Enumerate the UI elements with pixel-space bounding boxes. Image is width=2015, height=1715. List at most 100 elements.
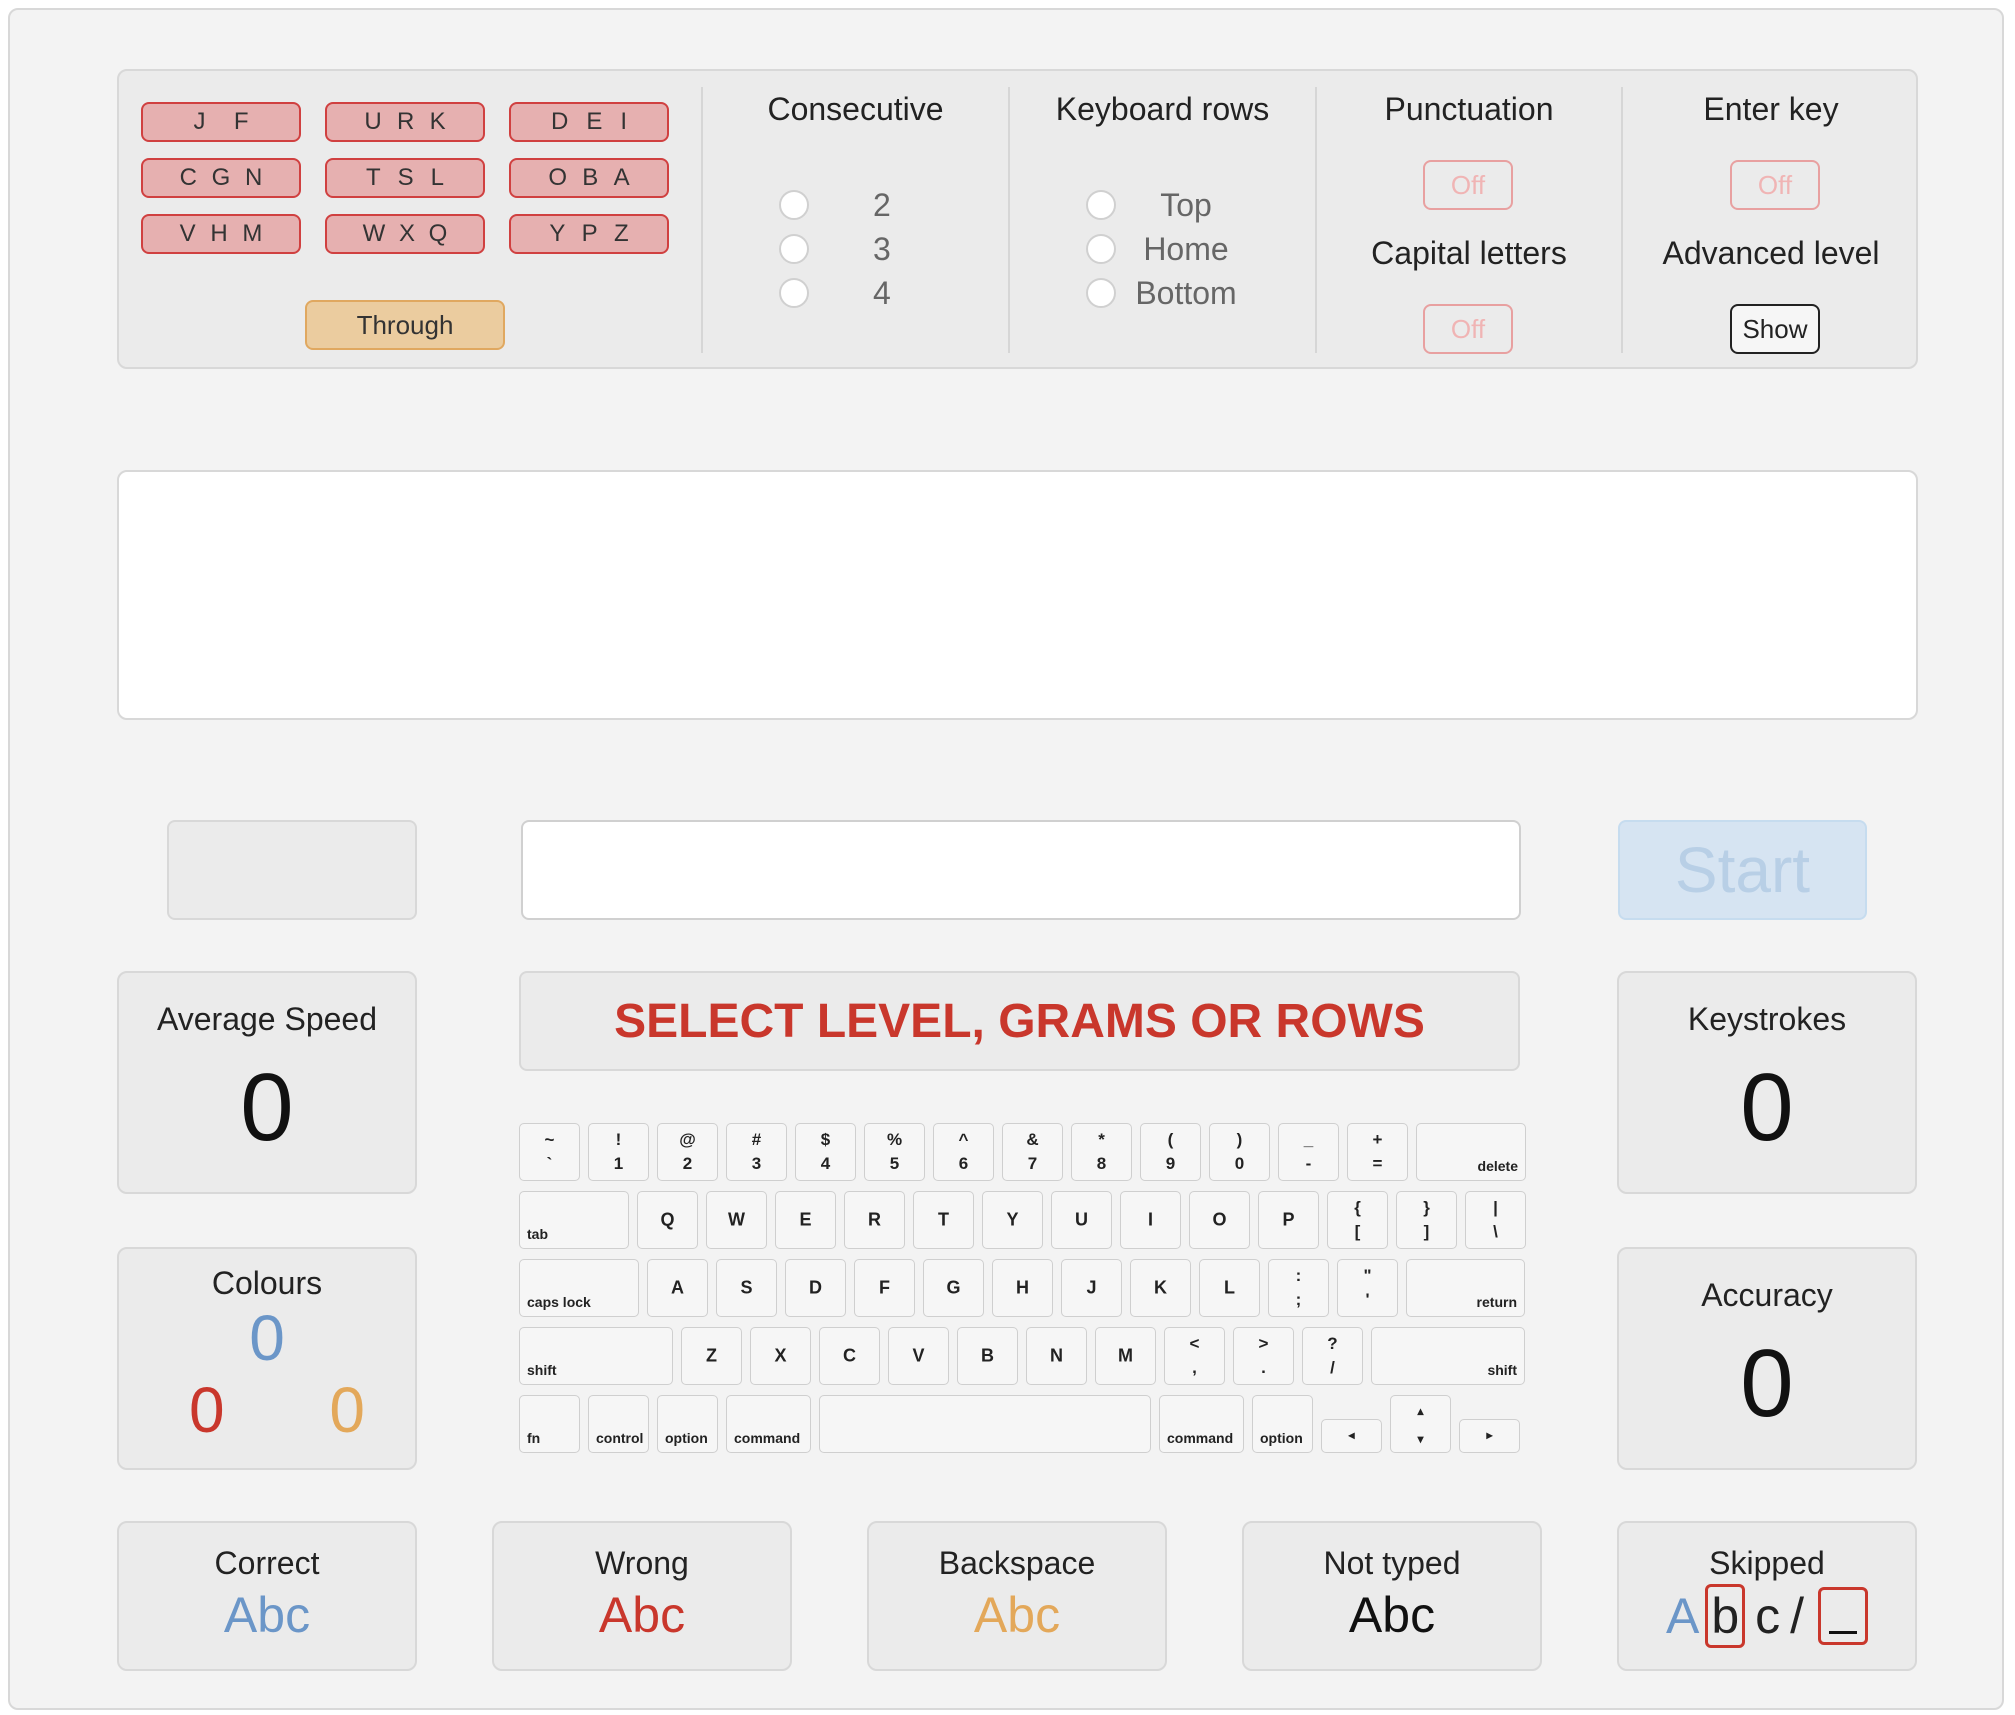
key-fn[interactable]: fn [519,1395,580,1453]
key-shift-left[interactable]: shift [519,1327,673,1385]
key-m[interactable]: M [1095,1327,1156,1385]
key-option-left[interactable]: option [657,1395,718,1453]
radio-button[interactable] [1086,234,1116,264]
key[interactable]: <, [1164,1327,1225,1385]
key-f[interactable]: F [854,1259,915,1317]
key[interactable]: * 8 [1071,1123,1132,1181]
key[interactable]: " ' [1337,1259,1398,1317]
enter-key-toggle[interactable]: Off [1730,160,1820,210]
typing-input[interactable] [521,820,1521,920]
key-g[interactable]: G [923,1259,984,1317]
key-l[interactable]: L [1199,1259,1260,1317]
key[interactable]: ~ ` [519,1123,580,1181]
key-u[interactable]: U [1051,1191,1112,1249]
capital-letters-toggle[interactable]: Off [1423,304,1513,354]
key[interactable]: & 7 [1002,1123,1063,1181]
consecutive-option-3[interactable]: 3 [779,229,891,269]
key-q[interactable]: Q [637,1191,698,1249]
gram-button[interactable]: JF [141,102,301,142]
key-command-left[interactable]: command [726,1395,811,1453]
key-shift-right[interactable]: shift [1371,1327,1525,1385]
keyboard-row-top[interactable]: Top [1086,185,1256,225]
key-arrow-up-down[interactable]: ▴ ▾ [1390,1395,1451,1453]
radio-button[interactable] [1086,190,1116,220]
key-d[interactable]: D [785,1259,846,1317]
key-control[interactable]: control [588,1395,649,1453]
key-v[interactable]: V [888,1327,949,1385]
key-j[interactable]: J [1061,1259,1122,1317]
keyboard-row-home[interactable]: Home [1086,229,1256,269]
key-command-right[interactable]: command [1159,1395,1244,1453]
key[interactable]: _ - [1278,1123,1339,1181]
key-label: { [1354,1198,1361,1217]
key-space[interactable] [819,1395,1151,1453]
key-label: < [1189,1334,1200,1353]
key[interactable]: $4 [795,1123,856,1181]
key-s[interactable]: S [716,1259,777,1317]
key-option-right[interactable]: option [1252,1395,1313,1453]
key[interactable]: ! 1 [588,1123,649,1181]
key-p[interactable]: P [1258,1191,1319,1249]
key[interactable]: (9 [1140,1123,1201,1181]
key[interactable]: % 5 [864,1123,925,1181]
gram-button[interactable]: OBA [509,158,669,198]
key[interactable]: @2 [657,1123,718,1181]
gram-button[interactable]: CGN [141,158,301,198]
punctuation-toggle[interactable]: Off [1423,160,1513,210]
key-label: W [728,1209,745,1230]
key-b[interactable]: B [957,1327,1018,1385]
key-label: fn [527,1430,541,1446]
gram-button[interactable]: URK [325,102,485,142]
key[interactable]: ^ 6 [933,1123,994,1181]
key[interactable]: {[ [1327,1191,1388,1249]
key-k[interactable]: K [1130,1259,1191,1317]
gram-button[interactable]: TSL [325,158,485,198]
radio-button[interactable] [779,190,809,220]
key-w[interactable]: W [706,1191,767,1249]
show-advanced-button[interactable]: Show [1730,304,1820,354]
key-x[interactable]: X [750,1327,811,1385]
key[interactable]: :; [1268,1259,1329,1317]
key-z[interactable]: Z [681,1327,742,1385]
key-label: N [1050,1345,1063,1366]
key-tab[interactable]: tab [519,1191,629,1249]
key[interactable]: ) 0 [1209,1123,1270,1181]
start-button[interactable]: Start [1618,820,1867,920]
gram-button[interactable]: WXQ [325,214,485,254]
key-arrow-right[interactable]: ▸ [1459,1419,1520,1453]
radio-button[interactable] [1086,278,1116,308]
key-caps-lock[interactable]: caps lock [519,1259,639,1317]
key-return[interactable]: return [1406,1259,1525,1317]
key-c[interactable]: C [819,1327,880,1385]
key[interactable]: | \ [1465,1191,1526,1249]
accuracy-title: Accuracy [1701,1277,1833,1313]
consecutive-option-4[interactable]: 4 [779,273,891,313]
key[interactable]: }] [1396,1191,1457,1249]
keyboard-row-bottom[interactable]: Bottom [1086,273,1256,313]
radio-button[interactable] [779,278,809,308]
key[interactable]: + = [1347,1123,1408,1181]
key-h[interactable]: H [992,1259,1053,1317]
gram-button[interactable]: YPZ [509,214,669,254]
key-a[interactable]: A [647,1259,708,1317]
key[interactable]: ? / [1302,1327,1363,1385]
key-r[interactable]: R [844,1191,905,1249]
key[interactable]: #3 [726,1123,787,1181]
key-t[interactable]: T [913,1191,974,1249]
through-button[interactable]: Through [305,300,505,350]
key-delete[interactable]: delete [1416,1123,1526,1181]
key-n[interactable]: N [1026,1327,1087,1385]
key-i[interactable]: I [1120,1191,1181,1249]
consecutive-option-2[interactable]: 2 [779,185,891,225]
key-label: H [1016,1277,1029,1298]
key[interactable]: >. [1233,1327,1294,1385]
radio-button[interactable] [779,234,809,264]
gram-button[interactable]: DEI [509,102,669,142]
key-y[interactable]: Y [982,1191,1043,1249]
key-label: U [1075,1209,1088,1230]
key-o[interactable]: O [1189,1191,1250,1249]
key-e[interactable]: E [775,1191,836,1249]
key-label: K [1154,1277,1167,1298]
gram-button[interactable]: VHM [141,214,301,254]
key-arrow-left[interactable]: ◂ [1321,1419,1382,1453]
